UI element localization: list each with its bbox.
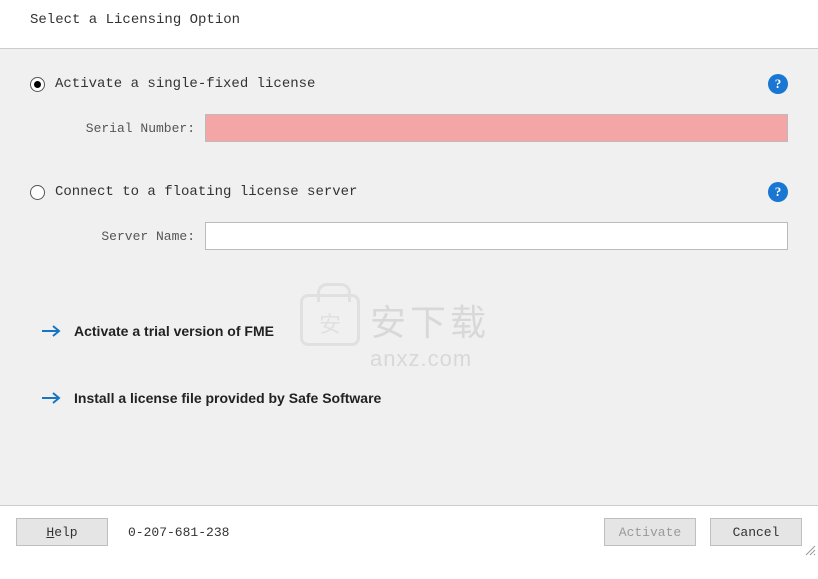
option-floating-label[interactable]: Connect to a floating license server xyxy=(55,184,768,200)
serial-number-row: Serial Number: xyxy=(75,114,788,142)
license-code: 0-207-681-238 xyxy=(128,525,229,540)
serial-number-label: Serial Number: xyxy=(75,121,205,136)
cancel-button[interactable]: Cancel xyxy=(710,518,802,546)
help-button-rest: elp xyxy=(54,525,77,540)
arrow-right-icon xyxy=(40,387,62,409)
activate-button[interactable]: Activate xyxy=(604,518,696,546)
server-name-input[interactable] xyxy=(205,222,788,250)
link-install-license-file-label: Install a license file provided by Safe … xyxy=(74,390,381,406)
link-install-license-file[interactable]: Install a license file provided by Safe … xyxy=(40,387,788,409)
option-floating-row: Connect to a floating license server ? xyxy=(30,182,788,202)
server-name-label: Server Name: xyxy=(75,229,205,244)
server-name-row: Server Name: xyxy=(75,222,788,250)
link-activate-trial-label: Activate a trial version of FME xyxy=(74,323,274,339)
option-single-fixed-row: Activate a single-fixed license ? xyxy=(30,74,788,94)
serial-number-input[interactable] xyxy=(205,114,788,142)
page-title: Select a Licensing Option xyxy=(0,0,818,48)
main-panel: Activate a single-fixed license ? Serial… xyxy=(0,48,818,506)
help-button[interactable]: Help xyxy=(16,518,108,546)
help-icon[interactable]: ? xyxy=(768,182,788,202)
option-single-fixed-label[interactable]: Activate a single-fixed license xyxy=(55,76,768,92)
resize-grip-icon[interactable] xyxy=(804,544,816,556)
radio-single-fixed[interactable] xyxy=(30,77,45,92)
help-icon[interactable]: ? xyxy=(768,74,788,94)
arrow-right-icon xyxy=(40,320,62,342)
radio-floating[interactable] xyxy=(30,185,45,200)
link-activate-trial[interactable]: Activate a trial version of FME xyxy=(40,320,788,342)
footer: Help 0-207-681-238 Activate Cancel xyxy=(0,506,818,558)
